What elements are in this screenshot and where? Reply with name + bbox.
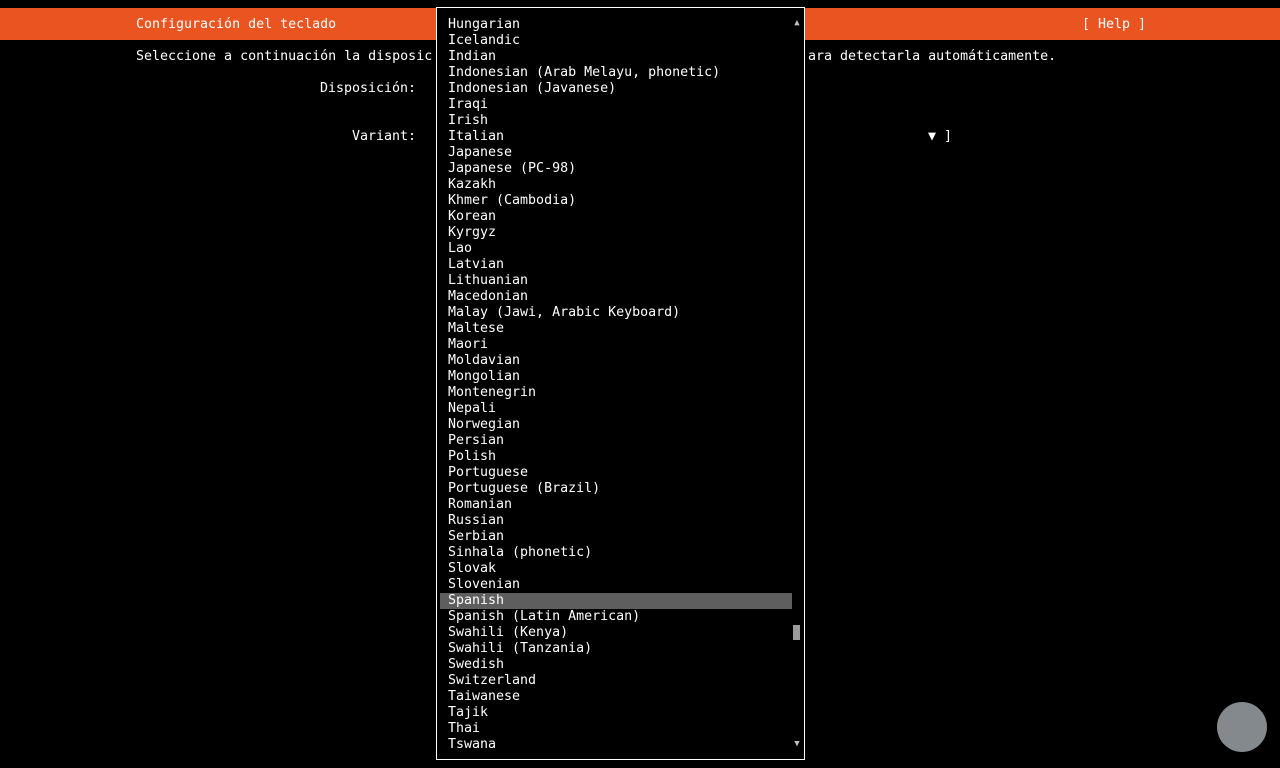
dropdown-option[interactable]: Macedonian (437, 289, 792, 305)
dropdown-option[interactable]: Spanish (440, 593, 792, 609)
dropdown-option[interactable]: Tswana (437, 737, 792, 753)
dropdown-option[interactable]: Russian (437, 513, 792, 529)
layout-dropdown-list[interactable]: Hungarian Icelandic Indian Indonesian (Arab… (436, 7, 805, 760)
dropdown-option[interactable]: Moldavian (437, 353, 792, 369)
dropdown-option[interactable]: Serbian (437, 529, 792, 545)
help-button[interactable]: [ Help ] (1082, 16, 1146, 34)
dropdown-option[interactable]: Iraqi (437, 97, 792, 113)
dropdown-option[interactable]: Mongolian (437, 369, 792, 385)
dropdown-option[interactable]: Portuguese (Brazil) (437, 481, 792, 497)
dropdown-option[interactable]: Korean (437, 209, 792, 225)
dropdown-option[interactable]: Icelandic (437, 33, 792, 49)
dropdown-option[interactable]: Irish (437, 113, 792, 129)
dropdown-option[interactable]: Italian (437, 129, 792, 145)
dropdown-option[interactable]: Sinhala (phonetic) (437, 545, 792, 561)
dropdown-option[interactable]: Switzerland (437, 673, 792, 689)
dropdown-option[interactable]: Swahili (Tanzania) (437, 641, 792, 657)
layout-label: Disposición: (320, 81, 417, 96)
dropdown-option[interactable]: Hungarian (437, 17, 792, 33)
scroll-up-icon[interactable]: ▲ (792, 18, 802, 28)
dropdown-option[interactable]: Spanish (Latin American) (437, 609, 792, 625)
scroll-down-icon[interactable]: ▼ (792, 739, 802, 749)
variant-dropdown-arrow[interactable]: ▼ ] (928, 128, 952, 146)
dropdown-option[interactable]: Persian (437, 433, 792, 449)
dropdown-option[interactable]: Japanese (PC-98) (437, 161, 792, 177)
page-title: Configuración del teclado (136, 17, 337, 32)
dropdown-option[interactable]: Maori (437, 337, 792, 353)
dropdown-option[interactable]: Swahili (Kenya) (437, 625, 792, 641)
watermark-logo (1217, 702, 1267, 752)
dropdown-option[interactable]: Malay (Jawi, Arabic Keyboard) (437, 305, 792, 321)
dropdown-option[interactable]: Maltese (437, 321, 792, 337)
instruction-text-start: Seleccione a continuación la disposic (136, 49, 433, 64)
dropdown-option[interactable]: Romanian (437, 497, 792, 513)
dropdown-option[interactable]: Swedish (437, 657, 792, 673)
dropdown-option[interactable]: Montenegrin (437, 385, 792, 401)
dropdown-option[interactable]: Slovenian (437, 577, 792, 593)
dropdown-option[interactable]: Polish (437, 449, 792, 465)
variant-label: Variant: (352, 129, 417, 144)
dropdown-option[interactable]: Tajik (437, 705, 792, 721)
dropdown-option[interactable]: Lao (437, 241, 792, 257)
dropdown-option[interactable]: Indian (437, 49, 792, 65)
instruction-text-end: ara detectarla automáticamente. (808, 49, 1057, 64)
dropdown-option[interactable]: Lithuanian (437, 273, 792, 289)
scrollbar-thumb[interactable] (793, 625, 800, 640)
dropdown-option[interactable]: Norwegian (437, 417, 792, 433)
dropdown-option[interactable]: Latvian (437, 257, 792, 273)
dropdown-option[interactable]: Slovak (437, 561, 792, 577)
installer-screen: Configuración del teclado [ Help ] Selec… (0, 0, 1280, 768)
dropdown-option[interactable]: Taiwanese (437, 689, 792, 705)
dropdown-option[interactable]: Portuguese (437, 465, 792, 481)
dropdown-option[interactable]: Kazakh (437, 177, 792, 193)
dropdown-option[interactable]: Khmer (Cambodia) (437, 193, 792, 209)
dropdown-option[interactable]: Thai (437, 721, 792, 737)
dropdown-option[interactable]: Nepali (437, 401, 792, 417)
dropdown-option[interactable]: Kyrgyz (437, 225, 792, 241)
dropdown-option[interactable]: Indonesian (Arab Melayu, phonetic) (437, 65, 792, 81)
layout-options[interactable]: Hungarian Icelandic Indian Indonesian (Arab… (437, 17, 797, 753)
dropdown-option[interactable]: Indonesian (Javanese) (437, 81, 792, 97)
dropdown-option[interactable]: Japanese (437, 145, 792, 161)
